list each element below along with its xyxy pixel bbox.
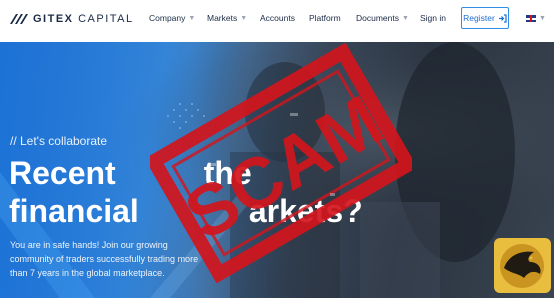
gitex-logo-icon	[10, 14, 28, 24]
brand-logo[interactable]: GITEX CAPITAL	[10, 12, 134, 26]
hero-section: // Let's collaborate Recent the financial…	[0, 42, 554, 298]
site-header: GITEX CAPITAL Company ▼ Markets ▼ Accounts…	[0, 0, 554, 42]
hero-headline-line1: Recent the	[9, 155, 252, 191]
hero-kicker: // Let's collaborate	[10, 134, 108, 148]
nav-sign-in-label: Sign in	[420, 13, 446, 23]
nav-accounts-label: Accounts	[260, 13, 295, 23]
hero-headline-line2: financial arkets?	[9, 193, 363, 229]
nav-markets[interactable]: Markets ▼	[207, 13, 247, 23]
nav-company[interactable]: Company ▼	[149, 13, 195, 23]
nav-sign-in[interactable]: Sign in	[420, 13, 446, 23]
nav-accounts[interactable]: Accounts	[260, 13, 295, 23]
eagle-badge-icon	[494, 238, 551, 293]
uk-flag-icon[interactable]	[526, 15, 536, 22]
brand-name: GITEX CAPITAL	[33, 13, 134, 25]
sign-in-arrow-icon	[498, 13, 507, 23]
nav-platform[interactable]: Platform	[309, 13, 341, 23]
chevron-down-icon: ▼	[240, 14, 248, 22]
nav-platform-label: Platform	[309, 13, 341, 23]
chevron-down-icon[interactable]: ▼	[539, 15, 546, 22]
register-label: Register	[463, 13, 495, 23]
register-button[interactable]: Register	[461, 7, 509, 29]
nav-documents-label: Documents	[356, 13, 399, 23]
hero-description: You are in safe hands! Join our growing …	[10, 240, 199, 278]
nav-markets-label: Markets	[207, 13, 238, 23]
chevron-down-icon: ▼	[188, 14, 196, 22]
nav-documents[interactable]: Documents ▼	[356, 13, 409, 23]
chevron-down-icon: ▼	[402, 14, 409, 22]
nav-company-label: Company	[149, 13, 186, 23]
